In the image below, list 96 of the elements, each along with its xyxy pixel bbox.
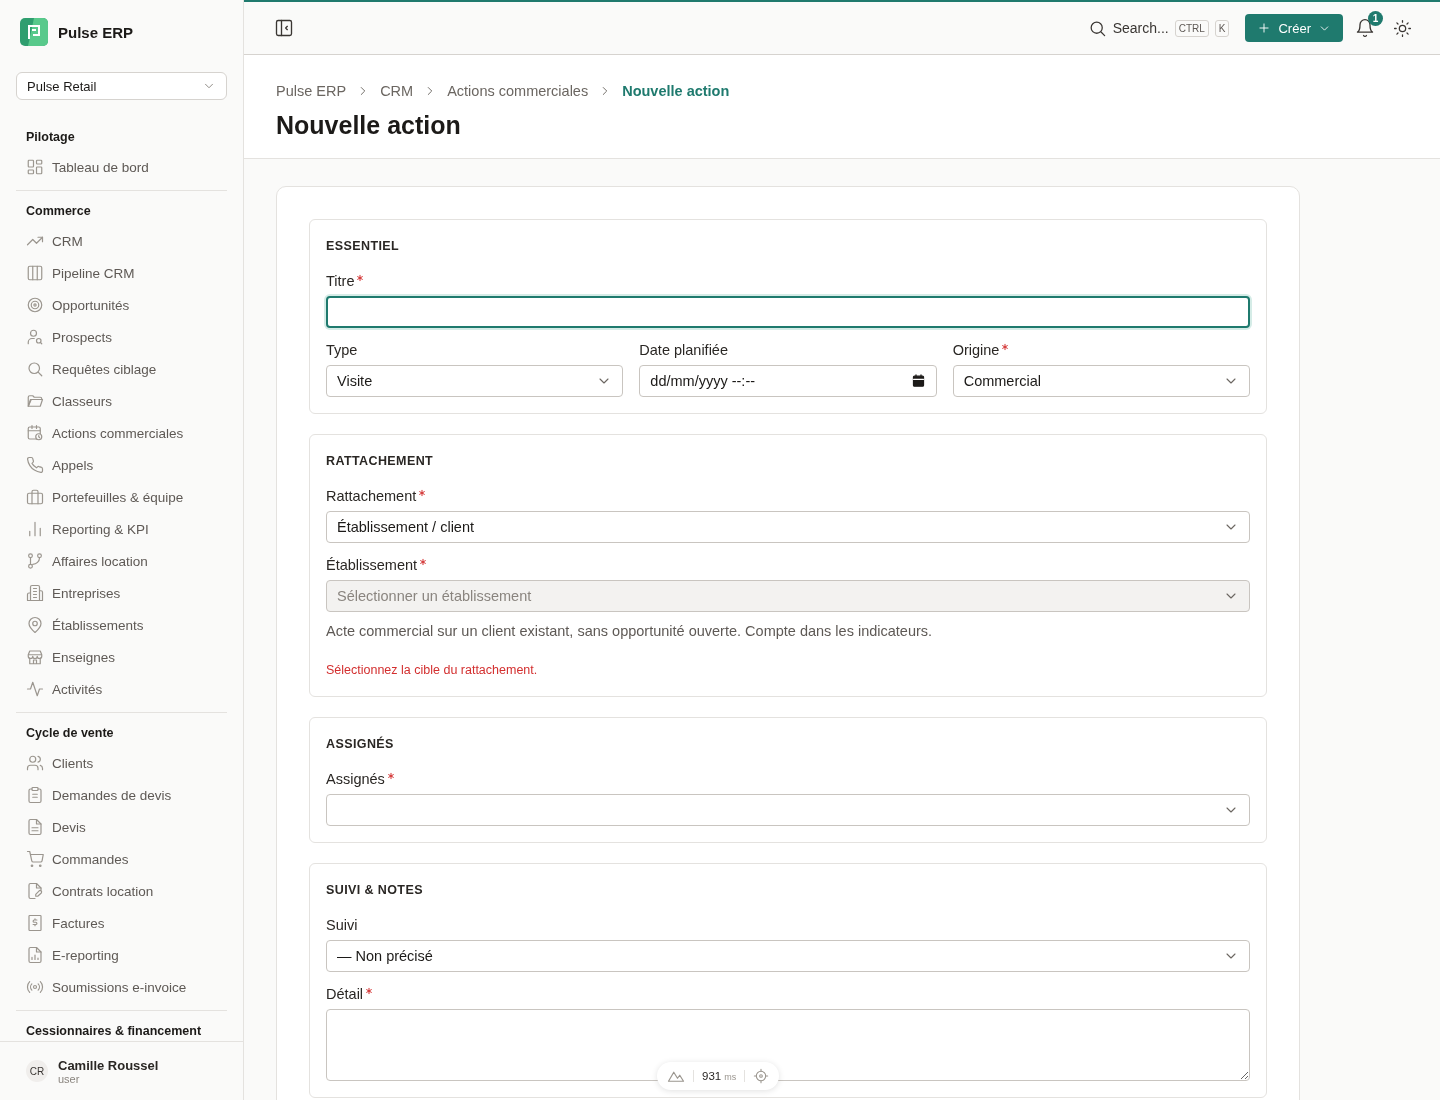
nav-item[interactable]: Soumissions e-invoice — [16, 971, 227, 1003]
field-label: Établissement — [326, 557, 418, 574]
field-label: Suivi — [326, 917, 358, 934]
document-icon — [26, 818, 44, 836]
breadcrumb-link[interactable]: CRM — [380, 83, 414, 99]
nav-item[interactable]: Demandes de devis — [16, 779, 227, 811]
nav-item[interactable]: CRM — [16, 225, 227, 257]
select-field[interactable] — [326, 794, 1250, 826]
nav-item[interactable]: Activités — [16, 673, 227, 705]
page-title: Nouvelle action — [276, 111, 462, 140]
nav-item[interactable]: Devis — [16, 811, 227, 843]
nav-item[interactable]: Opportunités — [16, 289, 227, 321]
nav-item[interactable]: Contrats location — [16, 875, 227, 907]
columns-icon — [26, 264, 44, 282]
error-message: Sélectionnez la cible du rattachement. — [326, 663, 538, 677]
nav-section-title: Cycle de vente — [25, 725, 115, 742]
search-icon — [26, 360, 44, 378]
branch-icon — [26, 552, 44, 570]
map-pin-icon — [26, 616, 44, 634]
activity-icon — [26, 680, 44, 698]
field-label: Titre — [326, 273, 355, 290]
nav-item[interactable]: Requêtes ciblage — [16, 353, 227, 385]
bell-icon[interactable] — [1355, 18, 1375, 38]
clipboard-icon — [26, 786, 44, 804]
field-label: Origine — [952, 342, 1000, 359]
nav-item[interactable]: Tableau de bord — [16, 151, 227, 183]
select-field[interactable]: — Non précisé — [326, 940, 1250, 972]
nav-item[interactable]: Appels — [16, 449, 227, 481]
building-icon — [26, 584, 44, 602]
app-logo — [20, 18, 48, 46]
workspace-select[interactable]: Pulse Retail — [16, 72, 227, 100]
nav-section-title: Commerce — [25, 203, 92, 220]
user-role: user — [58, 1072, 81, 1085]
section-title: ASSIGNÉS — [326, 737, 394, 751]
broadcast-icon — [26, 978, 44, 996]
nav-section-title: Cessionnaires & financement — [25, 1023, 203, 1040]
datetime-field[interactable]: dd/mm/yyyy --:-- — [639, 365, 937, 397]
nav-item[interactable]: E-reporting — [16, 939, 227, 971]
breadcrumb-link[interactable]: Pulse ERP — [276, 83, 347, 99]
field-label: Rattachement — [326, 488, 417, 505]
render-time: 931 ms — [702, 1070, 737, 1082]
select-field[interactable]: Commercial — [952, 365, 1250, 397]
sun-icon[interactable] — [1393, 18, 1412, 38]
sidebar-toggle-icon[interactable] — [274, 18, 294, 38]
nav-item[interactable]: Affaires location — [16, 545, 227, 577]
search-button[interactable]: Search... CTRL K — [1087, 18, 1230, 38]
nav-item[interactable]: Classeurs — [16, 385, 227, 417]
nav-item[interactable]: Factures — [16, 907, 227, 939]
section-title: RATTACHEMENT — [326, 454, 434, 468]
field-label: Type — [326, 342, 358, 359]
nav-item[interactable]: Établissements — [16, 609, 227, 641]
nav-item[interactable]: Entreprises — [16, 577, 227, 609]
nav-item[interactable]: Commandes — [16, 843, 227, 875]
target-icon — [26, 296, 44, 314]
phone-icon — [26, 456, 44, 474]
shortcut-key: CTRL — [1174, 19, 1209, 37]
shortcut-key: K — [1214, 19, 1230, 37]
grid-icon — [26, 158, 44, 176]
nav-item[interactable]: Clients — [16, 747, 227, 779]
app-name: Pulse ERP — [58, 23, 134, 41]
briefcase-icon — [26, 488, 44, 506]
users-icon — [26, 754, 44, 772]
file-chart-icon — [26, 946, 44, 964]
select-field[interactable]: Établissement / client — [326, 511, 1250, 543]
breadcrumb-current: Nouvelle action — [622, 83, 730, 99]
section-title: SUIVI & NOTES — [326, 883, 423, 897]
create-button[interactable]: Créer — [1245, 14, 1343, 42]
nav-item[interactable]: Pipeline CRM — [16, 257, 227, 289]
store-icon — [26, 648, 44, 666]
input-field[interactable] — [326, 296, 1250, 328]
help-text: Acte commercial sur un client existant, sans opportunité ouverte. Compte dans les indicateurs. — [326, 623, 933, 639]
crosshair-icon[interactable] — [753, 1068, 770, 1084]
user-avatar: CR — [26, 1060, 48, 1082]
calendar-clock-icon — [26, 424, 44, 442]
nav-item[interactable]: Enseignes — [16, 641, 227, 673]
nav-section-title: Pilotage — [25, 129, 76, 146]
section-title: ESSENTIEL — [326, 239, 400, 253]
notification-badge: 1 — [1368, 11, 1383, 26]
field-label: Détail — [326, 986, 364, 1003]
nav-item[interactable]: Actions commerciales — [16, 417, 227, 449]
field-label: Assignés — [326, 771, 385, 788]
file-edit-icon — [26, 882, 44, 900]
breadcrumb-link[interactable]: Actions commerciales — [447, 83, 589, 99]
bar-chart-icon — [26, 520, 44, 538]
user-search-icon — [26, 328, 44, 346]
folder-icon — [26, 392, 44, 410]
user-name: Camille Roussel — [58, 1057, 159, 1073]
calendar-icon — [910, 373, 926, 388]
field-label: Date planifiée — [639, 342, 728, 359]
select-field[interactable]: Visite — [326, 365, 624, 397]
cart-icon — [26, 850, 44, 868]
nav-item[interactable]: Prospects — [16, 321, 227, 353]
plus-icon — [1257, 21, 1272, 35]
nav-item[interactable]: Portefeuilles & équipe — [16, 481, 227, 513]
nav-item[interactable]: Reporting & KPI — [16, 513, 227, 545]
receipt-icon — [26, 914, 44, 932]
